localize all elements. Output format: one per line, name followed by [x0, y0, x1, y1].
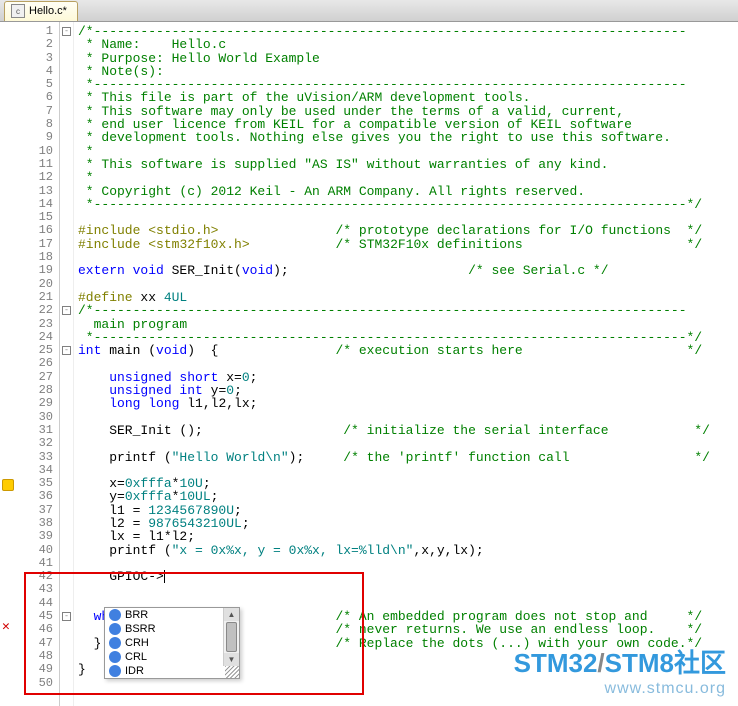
- file-icon: c: [11, 4, 25, 18]
- member-icon: [109, 623, 121, 635]
- member-icon: [109, 637, 121, 649]
- autocomplete-item[interactable]: CRH: [105, 636, 239, 650]
- code-area[interactable]: /*--------------------------------------…: [60, 22, 738, 706]
- autocomplete-popup[interactable]: BRRBSRRCRHCRLIDR ▲ ▼: [104, 607, 240, 679]
- member-icon: [109, 609, 121, 621]
- member-icon: [109, 665, 121, 677]
- scroll-down-icon[interactable]: ▼: [224, 653, 239, 666]
- error-icon: ✕: [2, 621, 14, 633]
- autocomplete-item[interactable]: CRL: [105, 650, 239, 664]
- member-icon: [109, 651, 121, 663]
- warning-icon: [2, 479, 14, 491]
- autocomplete-item[interactable]: BSRR: [105, 622, 239, 636]
- autocomplete-item[interactable]: BRR: [105, 608, 239, 622]
- tab-label: Hello.c*: [29, 5, 67, 17]
- resize-grip-icon[interactable]: [225, 666, 239, 678]
- scroll-up-icon[interactable]: ▲: [224, 608, 239, 621]
- file-tab[interactable]: c Hello.c*: [4, 1, 78, 21]
- scroll-thumb[interactable]: [226, 622, 237, 652]
- popup-scrollbar[interactable]: ▲ ▼: [223, 608, 239, 666]
- code-editor[interactable]: 1234567891011121314151617181920212223242…: [0, 22, 738, 706]
- tab-bar: c Hello.c*: [0, 0, 738, 22]
- autocomplete-item[interactable]: IDR: [105, 664, 239, 678]
- line-number-gutter: 1234567891011121314151617181920212223242…: [0, 22, 60, 706]
